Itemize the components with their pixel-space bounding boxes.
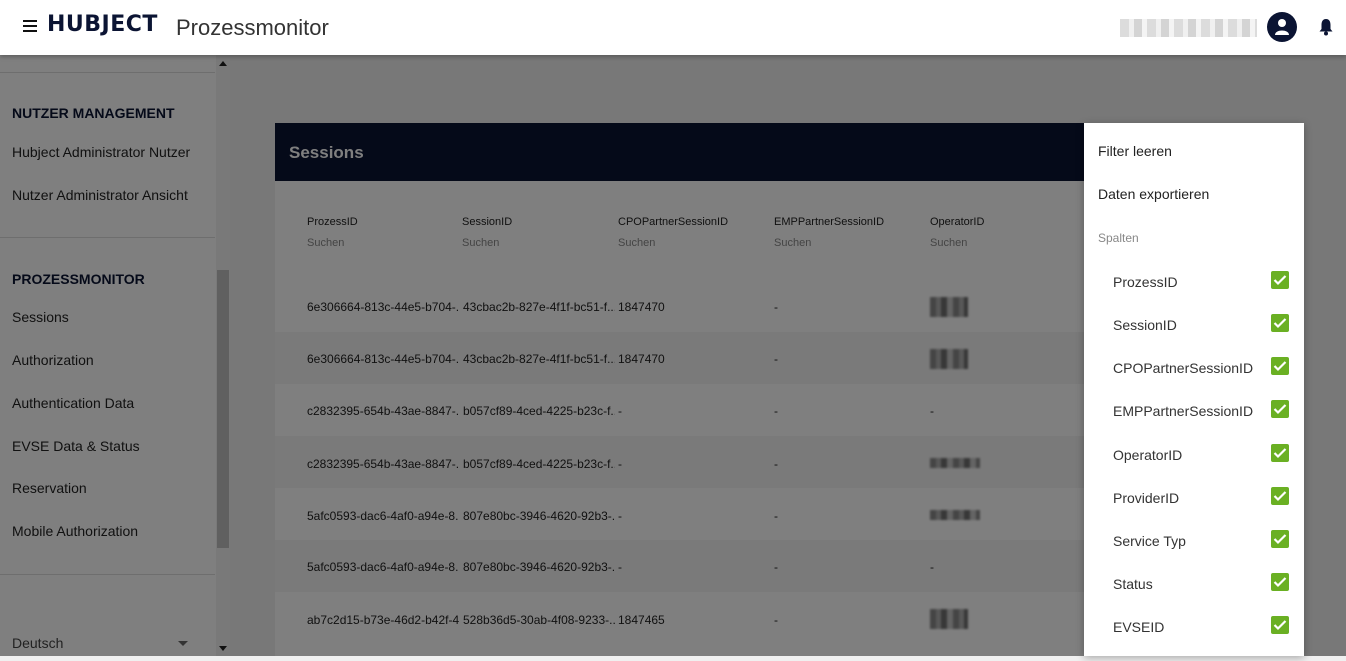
column-toggle-operatorid[interactable]: OperatorID	[1084, 444, 1304, 489]
bell-icon[interactable]	[1318, 18, 1334, 41]
brand-logo[interactable]: HUBJECT	[47, 12, 158, 37]
checkbox-checked-icon[interactable]	[1271, 314, 1289, 332]
column-toggle-sessionid[interactable]: SessionID	[1084, 314, 1304, 359]
column-toggle-label: ProviderID	[1113, 490, 1180, 506]
column-toggle-label: ProzessID	[1113, 274, 1178, 290]
user-avatar-icon[interactable]	[1267, 12, 1297, 42]
app-title: Prozessmonitor	[176, 15, 329, 40]
column-toggle-label: EVSEID	[1113, 619, 1165, 635]
checkbox-checked-icon[interactable]	[1271, 271, 1289, 289]
checkbox-checked-icon[interactable]	[1271, 357, 1289, 375]
top-bar: HUBJECT Prozessmonitor	[0, 0, 1346, 55]
checkbox-checked-icon[interactable]	[1271, 487, 1289, 505]
column-toggle-evseid[interactable]: EVSEID	[1084, 616, 1304, 661]
column-toggle-label: Service Typ	[1113, 533, 1186, 549]
checkbox-checked-icon[interactable]	[1271, 530, 1289, 548]
column-toggle-prozessid[interactable]: ProzessID	[1084, 271, 1304, 316]
columns-label: Spalten	[1098, 231, 1139, 245]
checkbox-checked-icon[interactable]	[1271, 400, 1289, 418]
hamburger-menu-icon[interactable]	[23, 20, 37, 33]
column-toggle-cpopartnersessionid[interactable]: CPOPartnerSessionID	[1084, 357, 1304, 402]
column-toggle-label: EMPPartnerSessionID	[1113, 403, 1254, 419]
column-toggle-status[interactable]: Status	[1084, 573, 1304, 618]
checkbox-checked-icon[interactable]	[1271, 444, 1289, 462]
export-data-button[interactable]: Daten exportieren	[1098, 186, 1209, 202]
column-options-menu: Filter leeren Daten exportieren Spalten …	[1084, 123, 1304, 656]
column-toggle-label: SessionID	[1113, 317, 1177, 333]
column-toggle-providerid[interactable]: ProviderID	[1084, 487, 1304, 532]
column-toggle-label: Status	[1113, 576, 1153, 592]
column-toggle-label: CPOPartnerSessionID	[1113, 360, 1254, 376]
column-toggle-label: OperatorID	[1113, 447, 1183, 463]
clear-filter-button[interactable]: Filter leeren	[1098, 143, 1172, 159]
column-toggle-service-typ[interactable]: Service Typ	[1084, 530, 1304, 575]
checkbox-checked-icon[interactable]	[1271, 616, 1289, 634]
username-redacted	[1120, 19, 1257, 37]
column-toggle-emppartnersessionid[interactable]: EMPPartnerSessionID	[1084, 400, 1304, 445]
checkbox-checked-icon[interactable]	[1271, 573, 1289, 591]
